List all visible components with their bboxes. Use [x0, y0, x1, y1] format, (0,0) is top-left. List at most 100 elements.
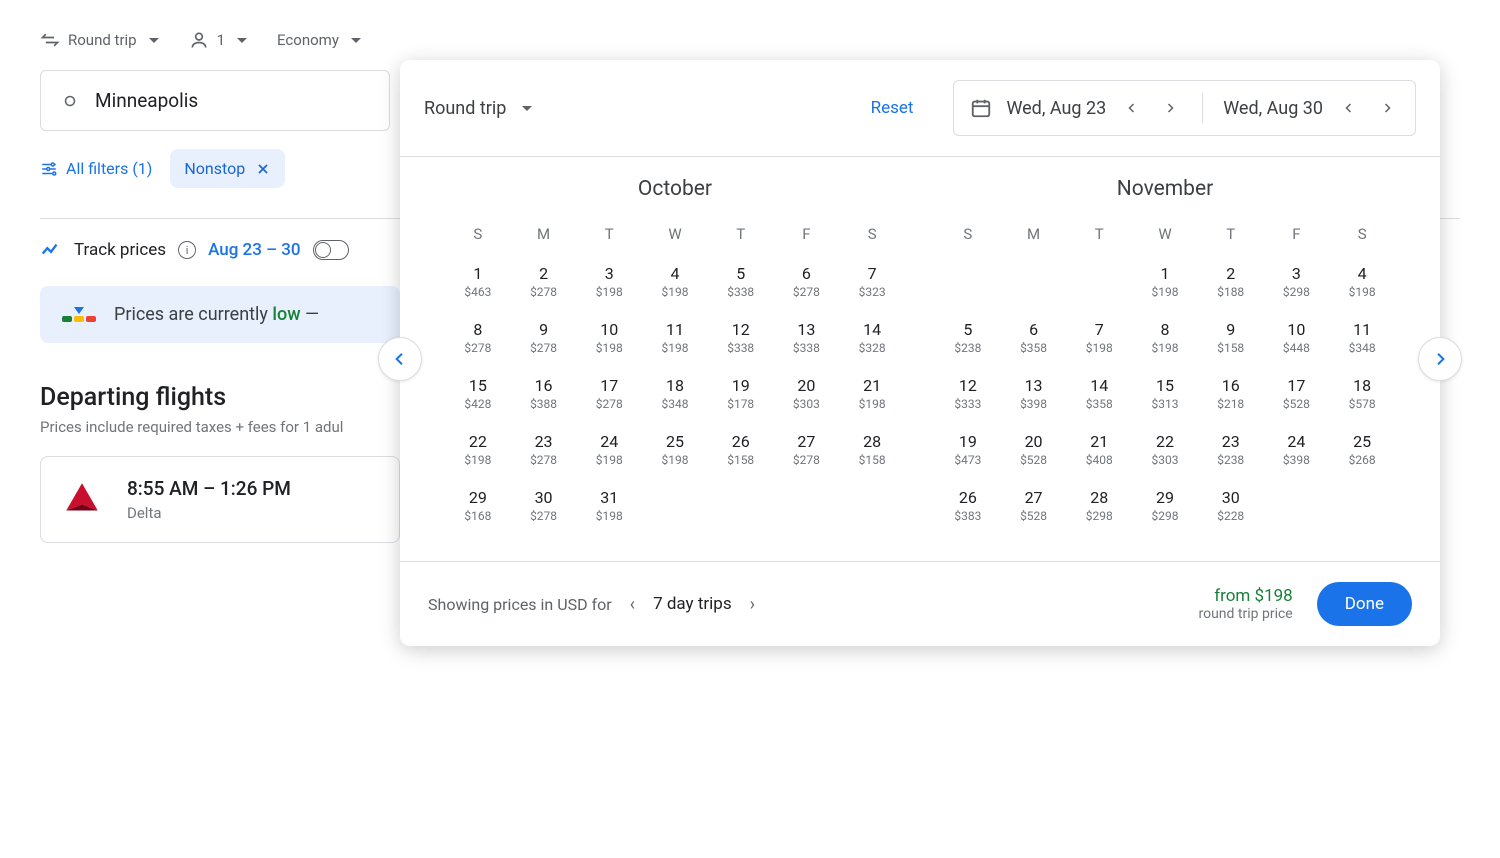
flight-result-card[interactable]: 8:55 AM – 1:26 PM Delta: [40, 456, 400, 543]
calendar-day[interactable]: 8$278: [450, 311, 506, 363]
calendar-day[interactable]: 13$398: [1006, 367, 1062, 419]
calendar-day[interactable]: 3$298: [1269, 255, 1325, 307]
calendar-day[interactable]: 29$298: [1137, 479, 1193, 531]
calendar-day[interactable]: 14$358: [1071, 367, 1127, 419]
calendar-day[interactable]: 10$448: [1269, 311, 1325, 363]
close-icon[interactable]: [255, 161, 271, 177]
calendar-day[interactable]: 6$278: [779, 255, 835, 307]
calendar-day-price: $278: [464, 341, 491, 355]
calendar-day[interactable]: 8$198: [1137, 311, 1193, 363]
calendar-day[interactable]: 19$178: [713, 367, 769, 419]
calendar-day[interactable]: 24$198: [581, 423, 637, 475]
calendar-day[interactable]: 15$313: [1137, 367, 1193, 419]
info-icon[interactable]: i: [178, 241, 196, 259]
calendar-day[interactable]: 6$358: [1006, 311, 1062, 363]
calendar-day[interactable]: 1$198: [1137, 255, 1193, 307]
calendar-day[interactable]: 14$328: [844, 311, 900, 363]
return-date-text: Wed, Aug 30: [1223, 98, 1323, 119]
calendar-day[interactable]: 7$198: [1071, 311, 1127, 363]
calendar-day-price: $323: [859, 285, 886, 299]
calendar-day-price: $528: [1020, 453, 1047, 467]
calendar-dow: S: [450, 217, 506, 251]
return-prev-day[interactable]: [1337, 96, 1361, 120]
calendar-day-number: 19: [732, 376, 750, 395]
calendar-day[interactable]: 3$198: [581, 255, 637, 307]
trip-length-next[interactable]: ›: [746, 594, 759, 615]
calendar-day[interactable]: 18$348: [647, 367, 703, 419]
calendar-day[interactable]: 28$158: [844, 423, 900, 475]
calendar-day-price: $578: [1349, 397, 1376, 411]
calendar-day[interactable]: 27$528: [1006, 479, 1062, 531]
nonstop-chip[interactable]: Nonstop: [170, 149, 285, 188]
track-dates[interactable]: Aug 23 – 30: [208, 240, 301, 260]
calendar-day[interactable]: 10$198: [581, 311, 637, 363]
calendar-day[interactable]: 17$528: [1269, 367, 1325, 419]
calendar-day[interactable]: 12$338: [713, 311, 769, 363]
return-next-day[interactable]: [1375, 96, 1399, 120]
calendar-day[interactable]: 11$198: [647, 311, 703, 363]
calendar-day[interactable]: 5$338: [713, 255, 769, 307]
calendar-day[interactable]: 22$303: [1137, 423, 1193, 475]
calendar-day[interactable]: 12$333: [940, 367, 996, 419]
trip-type-selector[interactable]: Round trip: [40, 30, 159, 50]
calendar-day-number: 18: [1353, 376, 1371, 395]
calendar-day[interactable]: 17$278: [581, 367, 637, 419]
calendar-day-price: $158: [859, 453, 886, 467]
calendar-day[interactable]: 26$383: [940, 479, 996, 531]
reset-button[interactable]: Reset: [871, 98, 914, 118]
calendar-day[interactable]: 4$198: [1334, 255, 1390, 307]
calendar-day[interactable]: 19$473: [940, 423, 996, 475]
return-date-field[interactable]: Wed, Aug 30: [1223, 98, 1323, 119]
calendar-day[interactable]: 4$198: [647, 255, 703, 307]
calendar-day[interactable]: 20$528: [1006, 423, 1062, 475]
done-button[interactable]: Done: [1317, 582, 1412, 626]
calendar-prev-button[interactable]: [378, 337, 422, 381]
dp-trip-type-selector[interactable]: Round trip: [424, 98, 532, 119]
calendar-day[interactable]: 2$278: [516, 255, 572, 307]
calendar-next-button[interactable]: [1418, 337, 1462, 381]
calendar-day[interactable]: 25$198: [647, 423, 703, 475]
calendar-day[interactable]: 21$408: [1071, 423, 1127, 475]
calendar-day[interactable]: 28$298: [1071, 479, 1127, 531]
calendar-day[interactable]: 9$158: [1203, 311, 1259, 363]
all-filters-button[interactable]: All filters (1): [40, 159, 152, 178]
track-toggle[interactable]: [313, 240, 349, 260]
passengers-selector[interactable]: 1: [189, 30, 247, 50]
calendar-day[interactable]: 30$278: [516, 479, 572, 531]
origin-input[interactable]: Minneapolis: [40, 70, 390, 131]
calendar-day[interactable]: 13$338: [779, 311, 835, 363]
calendar-day[interactable]: 29$168: [450, 479, 506, 531]
trip-length-prev[interactable]: ‹: [626, 594, 639, 615]
calendar-day[interactable]: 22$198: [450, 423, 506, 475]
calendar-day[interactable]: 7$323: [844, 255, 900, 307]
calendar-day[interactable]: 1$463: [450, 255, 506, 307]
calendar-day-number: 23: [1222, 432, 1240, 451]
calendar-day[interactable]: 23$278: [516, 423, 572, 475]
calendar-day[interactable]: 26$158: [713, 423, 769, 475]
calendar-day[interactable]: 23$238: [1203, 423, 1259, 475]
calendar-day-number: 8: [1160, 320, 1169, 339]
calendar-day[interactable]: 30$228: [1203, 479, 1259, 531]
calendar-day-number: 25: [1353, 432, 1371, 451]
cabin-selector[interactable]: Economy: [277, 31, 361, 49]
calendar-day[interactable]: 5$238: [940, 311, 996, 363]
calendar-day[interactable]: 2$188: [1203, 255, 1259, 307]
calendar-day[interactable]: 21$198: [844, 367, 900, 419]
calendar-day[interactable]: 16$388: [516, 367, 572, 419]
calendar-day[interactable]: 11$348: [1334, 311, 1390, 363]
calendar-day[interactable]: 15$428: [450, 367, 506, 419]
depart-prev-day[interactable]: [1120, 96, 1144, 120]
depart-next-day[interactable]: [1158, 96, 1182, 120]
calendar-day-number: 20: [797, 376, 815, 395]
calendar-day[interactable]: 9$278: [516, 311, 572, 363]
calendar-day[interactable]: 31$198: [581, 479, 637, 531]
calendar-day[interactable]: 27$278: [779, 423, 835, 475]
calendar-day[interactable]: 20$303: [779, 367, 835, 419]
calendar-day-price: $298: [1152, 509, 1179, 523]
calendar-day[interactable]: 18 $578: [1334, 367, 1390, 419]
depart-date-field[interactable]: Wed, Aug 23: [1006, 98, 1106, 119]
footer-showing: Showing prices in USD for: [428, 595, 612, 614]
calendar-day[interactable]: 16$218: [1203, 367, 1259, 419]
calendar-day[interactable]: 24$398: [1269, 423, 1325, 475]
calendar-day[interactable]: 25$268: [1334, 423, 1390, 475]
